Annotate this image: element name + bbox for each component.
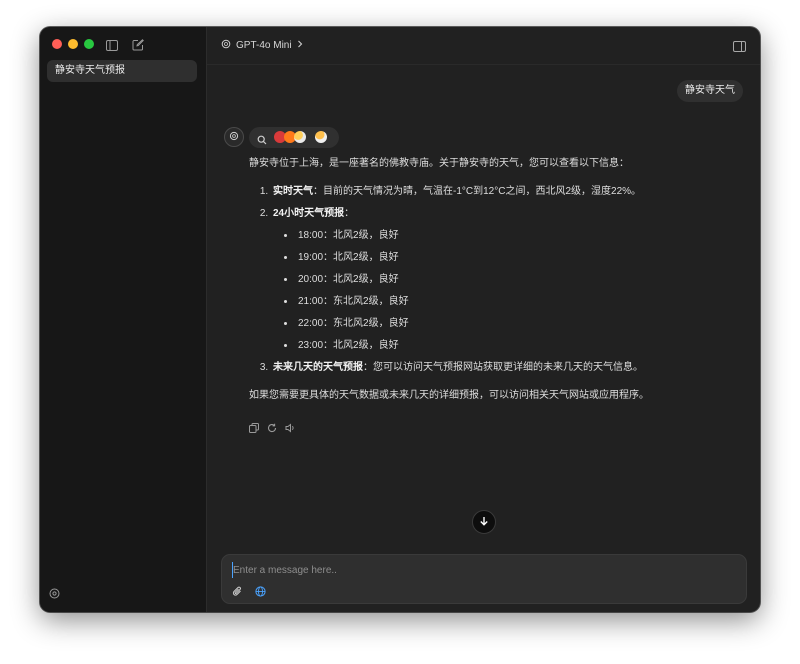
sidebar-toggle-icon[interactable] (106, 38, 118, 56)
assistant-message: 静安寺位于上海，是一座著名的佛教寺庙。关于静安寺的天气，您可以查看以下信息： 实… (249, 153, 709, 407)
copy-icon[interactable] (249, 420, 259, 438)
message-actions (249, 420, 296, 438)
minimize-window-button[interactable] (68, 39, 78, 49)
paperclip-icon[interactable] (232, 584, 243, 602)
arrow-down-icon (479, 513, 489, 531)
message-closing: 如果您需要更具体的天气数据或未来几天的详细预报，可以访问相关天气网站或应用程序。 (249, 390, 649, 401)
info-list: 实时天气：目前的天气情况为晴，气温在-1°C到12°C之间，西北风2级，湿度22… (249, 181, 709, 379)
message-input[interactable] (232, 562, 713, 578)
source-favicon (315, 131, 327, 143)
hourly-item: 23:00：北风2级，良好 (296, 335, 709, 357)
globe-icon[interactable] (255, 584, 266, 602)
list-item: 24小时天气预报： 18:00：北风2级，良好 19:00：北风2级，良好 20… (271, 203, 709, 357)
top-bar: GPT-4o Mini (207, 27, 760, 65)
source-favicon (294, 131, 306, 143)
sidebar: 静安寺天气预报 (40, 27, 207, 612)
settings-icon[interactable] (49, 586, 60, 604)
model-name: GPT-4o Mini (236, 40, 292, 51)
model-selector[interactable]: GPT-4o Mini (221, 39, 303, 52)
zoom-window-button[interactable] (84, 39, 94, 49)
hourly-item: 19:00：北风2级，良好 (296, 247, 709, 269)
hourly-item: 22:00：东北风2级，良好 (296, 313, 709, 335)
close-window-button[interactable] (52, 39, 62, 49)
hourly-item: 18:00：北风2级，良好 (296, 225, 709, 247)
list-item: 未来几天的天气预报：您可以访问天气预报网站获取更详细的未来几天的天气信息。 (271, 357, 709, 379)
list-item: 实时天气：目前的天气情况为晴，气温在-1°C到12°C之间，西北风2级，湿度22… (271, 181, 709, 203)
message-intro: 静安寺位于上海，是一座著名的佛教寺庙。关于静安寺的天气，您可以查看以下信息： (249, 158, 629, 169)
openai-logo-icon (221, 39, 231, 52)
openai-logo-icon (229, 128, 239, 146)
new-chat-icon[interactable] (132, 38, 144, 56)
main-panel: GPT-4o Mini 静安寺天气 静安寺位于上海，是一座著名的佛教寺庙。关于静… (207, 27, 760, 612)
assistant-avatar (224, 127, 244, 147)
window-controls (52, 39, 94, 49)
hourly-item: 21:00：东北风2级，良好 (296, 291, 709, 313)
search-icon (257, 132, 267, 150)
refresh-icon[interactable] (267, 420, 277, 438)
web-sources-pill[interactable] (249, 127, 339, 148)
conversation-item[interactable]: 静安寺天气预报 (47, 60, 197, 82)
message-composer (221, 554, 747, 604)
app-window: 静安寺天气预报 GPT-4o Mini 静安寺天气 静安寺位于上海，是一座著名的… (40, 27, 760, 612)
hourly-forecast-list: 18:00：北风2级，良好 19:00：北风2级，良好 20:00：北风2级，良… (273, 225, 709, 357)
user-message: 静安寺天气 (677, 80, 743, 102)
speaker-icon[interactable] (285, 420, 296, 438)
hourly-item: 20:00：北风2级，良好 (296, 269, 709, 291)
right-panel-icon[interactable] (733, 39, 746, 57)
scroll-to-bottom-button[interactable] (472, 510, 496, 534)
chevron-right-icon (297, 40, 303, 51)
